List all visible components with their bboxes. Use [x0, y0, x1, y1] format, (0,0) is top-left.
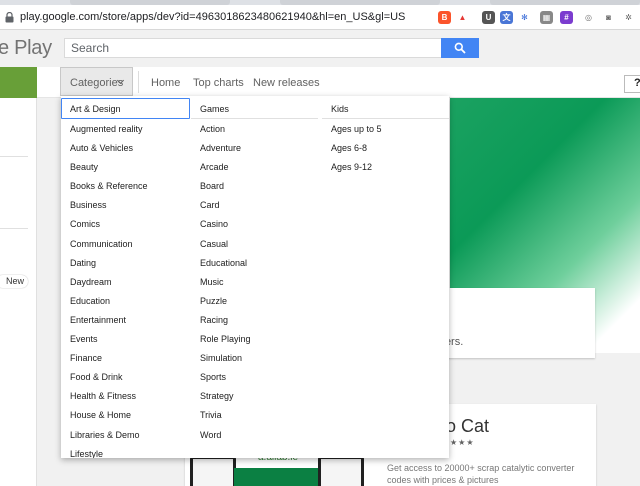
lock-icon [5, 12, 14, 23]
extension-u-icon[interactable]: U [482, 11, 495, 24]
url-text[interactable]: play.google.com/store/apps/dev?id=496301… [20, 11, 405, 23]
category-item[interactable]: Card [191, 195, 318, 214]
category-item[interactable]: Health & Fitness [61, 386, 191, 405]
focus-ring [61, 98, 190, 119]
categories-button[interactable]: Categories [60, 67, 133, 96]
category-header-kids[interactable]: Kids [322, 96, 449, 119]
categories-dropdown: Art & Design Augmented reality Auto & Veh… [61, 96, 449, 458]
search-input[interactable]: Search [64, 38, 442, 58]
camera-icon[interactable]: ◙ [602, 11, 615, 24]
new-badge-label: New [6, 276, 25, 286]
brave-shield-icon[interactable]: B [438, 11, 451, 24]
sidebar-divider [0, 228, 28, 229]
category-item[interactable]: Libraries & Demo [61, 425, 191, 444]
category-item[interactable]: Racing [191, 310, 318, 329]
warning-triangle-icon[interactable]: ▲ [456, 11, 469, 24]
screenshot-screen [193, 459, 233, 486]
category-item[interactable]: Ages 9-12 [322, 157, 449, 176]
app-promo-banner [234, 468, 318, 486]
category-item[interactable]: Sports [191, 367, 318, 386]
category-item[interactable]: Daydream [61, 272, 191, 291]
left-sidebar [0, 98, 37, 486]
help-label: ? [634, 77, 640, 89]
category-item[interactable]: Auto & Vehicles [61, 138, 191, 157]
category-item[interactable]: Beauty [61, 157, 191, 176]
category-item[interactable]: Action [191, 119, 318, 138]
nav-link-new-releases[interactable]: New releases [253, 77, 320, 89]
category-list: Action Adventure Arcade Board Card Casino Casu… [191, 119, 318, 444]
extension-circle-icon[interactable]: ◎ [582, 11, 595, 24]
category-item[interactable]: Board [191, 176, 318, 195]
search-placeholder: Search [71, 41, 110, 55]
screenshot-screen [321, 459, 361, 486]
nav-link-home[interactable]: Home [151, 77, 180, 89]
category-item[interactable]: Communication [61, 234, 191, 253]
app-screenshot[interactable] [190, 455, 236, 486]
google-play-logo[interactable]: e Play [0, 37, 52, 60]
category-item[interactable]: Lifestyle [61, 444, 191, 458]
category-item[interactable]: Arcade [191, 157, 318, 176]
apps-section-tab[interactable] [0, 67, 37, 98]
category-item[interactable]: Simulation [191, 348, 318, 367]
category-item[interactable]: Augmented reality [61, 119, 191, 138]
help-button[interactable]: ? [624, 75, 640, 93]
category-item[interactable]: Education [61, 291, 191, 310]
category-item[interactable]: Casino [191, 214, 318, 233]
address-bar[interactable]: play.google.com/store/apps/dev?id=496301… [0, 5, 640, 30]
category-item[interactable]: Events [61, 329, 191, 348]
category-item[interactable]: Role Playing [191, 329, 318, 348]
category-item[interactable]: Ages 6-8 [322, 138, 449, 157]
category-item[interactable]: House & Home [61, 405, 191, 424]
app-screenshot[interactable] [318, 455, 364, 486]
category-item[interactable]: Food & Drink [61, 367, 191, 386]
gear-extension-icon[interactable]: ✻ [518, 11, 531, 24]
category-item[interactable]: Books & Reference [61, 176, 191, 195]
search-icon [454, 42, 466, 54]
category-column-kids: Kids Ages up to 5 Ages 6-8 Ages 9-12 [322, 96, 449, 176]
category-item[interactable]: Trivia [191, 405, 318, 424]
nav-bar: Categories Home Top charts New releases … [0, 67, 640, 98]
extension-purple-icon[interactable]: # [560, 11, 573, 24]
category-item[interactable]: Puzzle [191, 291, 318, 310]
category-item[interactable]: Music [191, 272, 318, 291]
categories-label: Categories [70, 77, 124, 89]
nav-divider [138, 71, 139, 93]
translate-icon[interactable]: 文 [500, 11, 513, 24]
category-list: Ages up to 5 Ages 6-8 Ages 9-12 [322, 119, 449, 176]
category-item[interactable]: Educational [191, 253, 318, 272]
settings-gear-icon[interactable]: ✲ [622, 11, 635, 24]
category-item[interactable]: Word [191, 425, 318, 444]
nav-link-top-charts[interactable]: Top charts [193, 77, 244, 89]
category-header-games[interactable]: Games [191, 96, 318, 119]
category-item[interactable]: Dating [61, 253, 191, 272]
category-item[interactable]: Ages up to 5 [322, 119, 449, 138]
rating-stars: ★★★ [450, 438, 475, 447]
category-item[interactable]: Entertainment [61, 310, 191, 329]
extension-grid-icon[interactable]: ▦ [540, 11, 553, 24]
play-header: e Play Search [0, 31, 640, 67]
category-item[interactable]: Business [61, 195, 191, 214]
app-description: Get access to 20000+ scrap catalytic con… [387, 463, 575, 485]
category-column-apps: Art & Design Augmented reality Auto & Veh… [61, 96, 191, 458]
category-item[interactable]: Strategy [191, 386, 318, 405]
category-column-games: Games Action Adventure Arcade Board Card Casi… [191, 96, 318, 444]
category-item[interactable]: Comics [61, 214, 191, 233]
new-badge[interactable]: New [0, 275, 28, 288]
category-item[interactable]: Casual [191, 234, 318, 253]
search-button[interactable] [441, 38, 479, 58]
category-item[interactable]: Adventure [191, 138, 318, 157]
sidebar-divider [0, 156, 28, 157]
category-list: Augmented reality Auto & Vehicles Beauty Bo… [61, 119, 191, 458]
category-item[interactable]: Finance [61, 348, 191, 367]
